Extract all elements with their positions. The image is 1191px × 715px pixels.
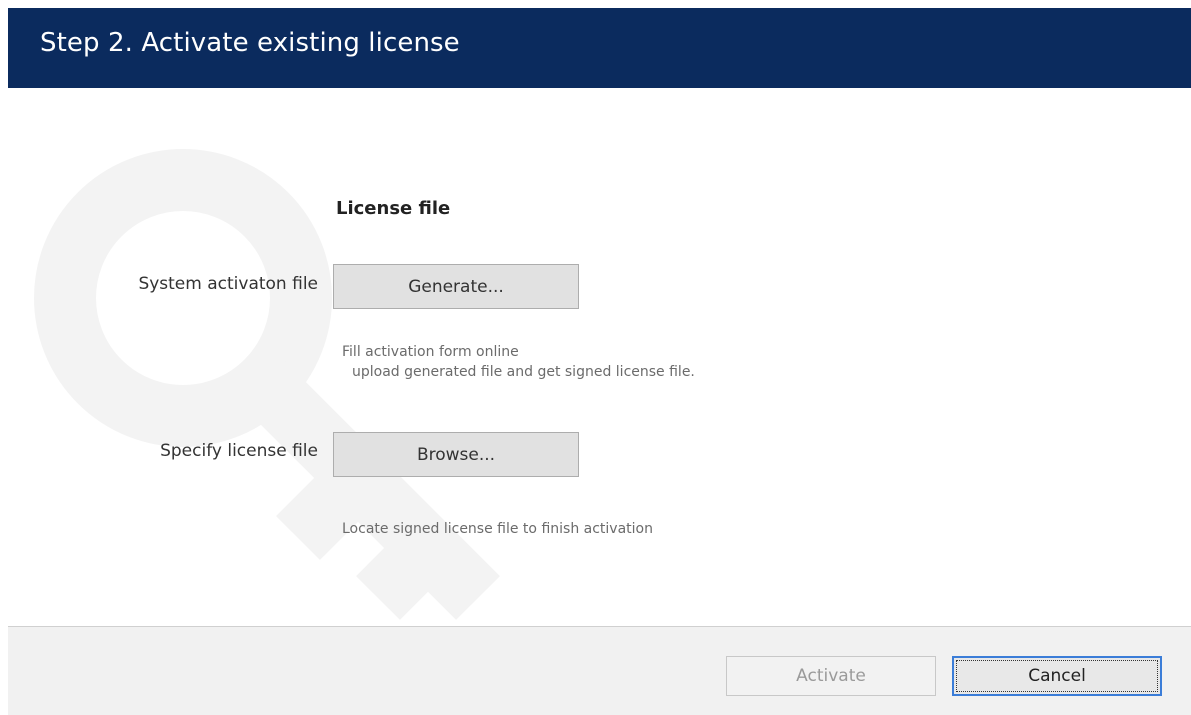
section-title: License file <box>336 198 451 219</box>
browse-hint: Locate signed license file to finish act… <box>342 521 653 537</box>
generate-button[interactable]: Generate... <box>333 264 579 309</box>
dialog-header: Step 2. Activate existing license <box>8 8 1191 88</box>
dialog-content: License file System activaton file Gener… <box>8 88 1191 626</box>
specify-file-label: Specify license file <box>160 441 318 461</box>
system-file-label: System activaton file <box>138 274 318 294</box>
dialog-title: Step 2. Activate existing license <box>40 28 460 58</box>
generate-hint-line1: Fill activation form online <box>342 344 519 360</box>
generate-hint-line2: upload generated file and get signed lic… <box>352 364 695 380</box>
cancel-button[interactable]: Cancel <box>952 656 1162 696</box>
activate-button[interactable]: Activate <box>726 656 936 696</box>
dialog-footer: Activate Cancel <box>8 626 1191 715</box>
browse-button[interactable]: Browse... <box>333 432 579 477</box>
